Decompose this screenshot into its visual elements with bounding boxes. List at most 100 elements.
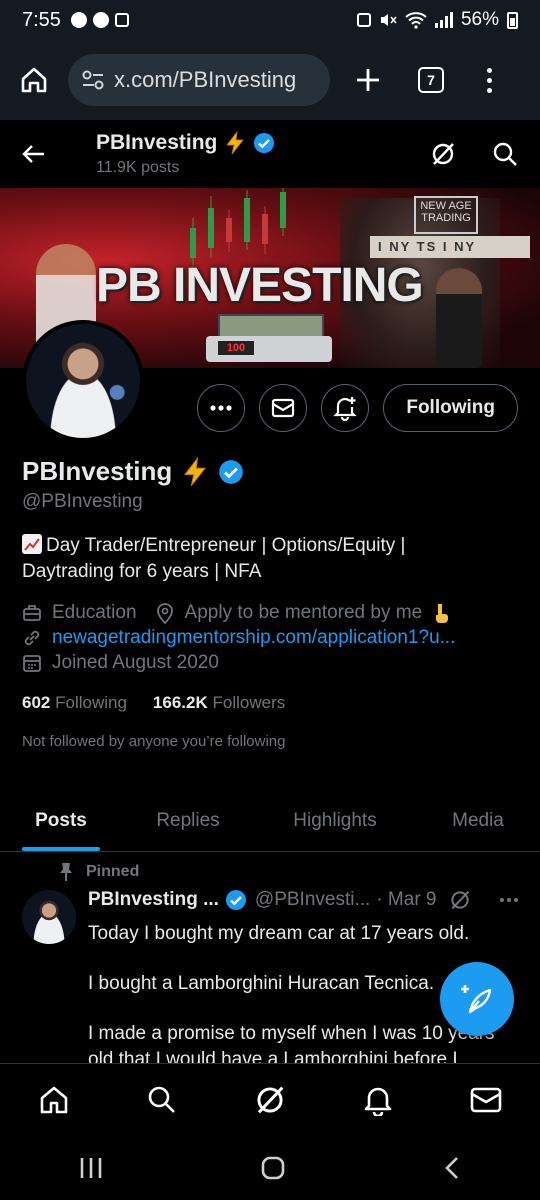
profile-avatar[interactable]: [22, 320, 144, 442]
banner-sign: I NY TS I NY: [370, 236, 530, 258]
tab-posts[interactable]: Posts: [0, 790, 122, 851]
following-button[interactable]: Following: [383, 384, 518, 432]
header-name: PBInvesting: [96, 131, 275, 155]
post-date[interactable]: · Mar 9: [376, 889, 436, 911]
arrow-left-icon: [22, 145, 44, 163]
tab-switcher-button[interactable]: 7: [418, 67, 444, 93]
pinned-text: Pinned: [86, 863, 140, 880]
snapchat-icon: [70, 12, 87, 28]
following-count: 602: [22, 693, 51, 712]
verified-badge-icon[interactable]: [218, 459, 244, 485]
profile-joined-row: Joined August 2020: [22, 652, 219, 674]
grok-icon[interactable]: [449, 889, 471, 911]
bio-line-1: Day Trader/Entrepreneur | Options/Equity…: [46, 535, 406, 556]
profile-bio: Day Trader/Entrepreneur | Options/Equity…: [22, 533, 522, 585]
pin-icon: [60, 863, 72, 881]
browser-menu-button[interactable]: [484, 67, 494, 93]
banner-person-right: [436, 268, 482, 368]
followers-label: Followers: [212, 693, 286, 712]
chart-increasing-emoji-icon: [22, 534, 42, 554]
banner-title: PB INVESTING: [96, 259, 424, 312]
compose-post-button[interactable]: [440, 962, 514, 1036]
recent-apps-icon[interactable]: [79, 1157, 103, 1179]
pinned-label: Pinned: [58, 862, 139, 882]
mute-icon: [380, 14, 397, 26]
home-icon: [21, 67, 47, 93]
profile-category: Education: [52, 602, 137, 623]
bell-plus-icon: [333, 397, 357, 421]
followers-count-link[interactable]: 166.2K Followers: [153, 693, 285, 713]
back-chevron-icon[interactable]: [443, 1155, 461, 1181]
following-count-link[interactable]: 602 Following: [22, 693, 127, 713]
notification-icons: [70, 12, 129, 28]
more-horizontal-icon: [210, 405, 232, 411]
home-button[interactable]: [14, 60, 54, 100]
site-settings-icon: [82, 70, 104, 90]
post-count: 11.9K posts: [96, 159, 180, 176]
message-button[interactable]: [259, 384, 308, 432]
briefcase-icon: [23, 605, 41, 621]
pointing-down-emoji-icon: [436, 604, 449, 623]
post-line-1: Today I bought my dream car at 17 years …: [88, 923, 470, 944]
profile-tabs: Posts Replies Highlights Media: [0, 790, 540, 852]
link-icon: [24, 630, 40, 646]
lightning-icon: [184, 456, 207, 486]
post-author-avatar[interactable]: [22, 890, 76, 944]
address-bar[interactable]: x.com/PBInvesting: [68, 54, 330, 106]
tab-media[interactable]: Media: [416, 790, 540, 851]
header-titles: PBInvesting 11.9K posts: [96, 131, 275, 177]
back-button[interactable]: [22, 140, 50, 168]
more-options-button[interactable]: [197, 384, 246, 432]
home-icon[interactable]: [38, 1084, 70, 1116]
grok-icon[interactable]: [254, 1084, 286, 1116]
display-name-text: PBInvesting: [22, 456, 173, 486]
tab-highlights[interactable]: Highlights: [254, 790, 416, 851]
status-right: 56%: [356, 9, 518, 31]
url-text: x.com/PBInvesting: [114, 67, 297, 92]
profile-display-name: PBInvesting: [22, 456, 244, 487]
profile-handle: @PBInvesting: [22, 491, 143, 512]
browser-toolbar: x.com/PBInvesting 7: [0, 40, 540, 120]
status-time: 7:55: [22, 8, 61, 31]
grok-icon[interactable]: [430, 141, 456, 167]
search-icon[interactable]: [492, 141, 518, 167]
envelope-icon: [272, 398, 295, 418]
bell-icon[interactable]: [363, 1084, 393, 1116]
post-header: PBInvesting ... @PBInvesti... · Mar 9: [88, 889, 518, 911]
banner-logo: NEW AGE TRADING: [414, 196, 478, 234]
lock-icon: [356, 13, 371, 27]
banner-money-counter: 100: [206, 336, 332, 362]
messenger-icon: [92, 12, 109, 28]
following-label: Following: [55, 693, 127, 712]
envelope-icon[interactable]: [470, 1087, 502, 1113]
not-followed-notice: Not followed by anyone you’re following: [22, 733, 286, 750]
followers-count: 166.2K: [152, 693, 208, 712]
app-notification-icon: [114, 13, 129, 27]
battery-percent: 56%: [460, 9, 499, 30]
profile-meta-row: Education Apply to be mentored by me: [22, 602, 450, 624]
profile-header-bar: PBInvesting 11.9K posts: [0, 120, 540, 188]
post-author-name[interactable]: PBInvesting ...: [88, 889, 219, 911]
plus-icon: [357, 69, 379, 91]
notifications-button[interactable]: [321, 384, 370, 432]
battery-icon: [507, 11, 518, 29]
search-icon[interactable]: [147, 1085, 177, 1115]
follow-counts: 602 Following 166.2K Followers: [22, 693, 285, 713]
wifi-icon: [405, 12, 427, 29]
signal-icon: [434, 12, 453, 28]
home-circle-icon[interactable]: [260, 1155, 286, 1181]
feather-plus-icon: [461, 985, 492, 1014]
bio-line-2: Daytrading for 6 years | NFA: [22, 561, 262, 582]
lightning-icon: [226, 131, 245, 155]
profile-joined-date: Joined August 2020: [52, 652, 219, 673]
tab-replies[interactable]: Replies: [122, 790, 254, 851]
bottom-navigation: [0, 1063, 540, 1135]
verified-badge-icon: [225, 890, 246, 910]
new-tab-button[interactable]: [352, 60, 384, 100]
post-more-button[interactable]: [500, 898, 518, 902]
post-author-handle[interactable]: @PBInvesti...: [255, 889, 370, 911]
status-bar: 7:55 56%: [0, 0, 540, 40]
profile-website-link[interactable]: newagetradingmentorship.com/application1…: [52, 627, 455, 649]
counter-display: 100: [218, 341, 254, 355]
system-navigation: [0, 1135, 540, 1200]
